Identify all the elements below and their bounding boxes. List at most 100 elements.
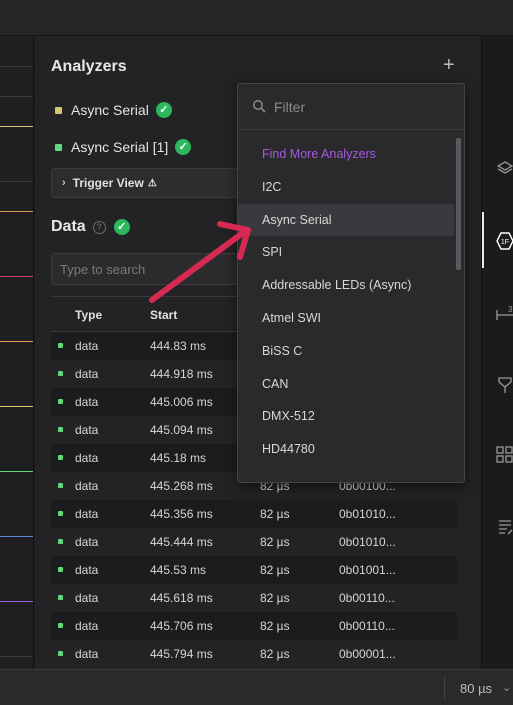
cell-type: data — [75, 479, 99, 493]
right-sidebar: 1F 3 — [481, 36, 513, 669]
row-color-swatch — [58, 427, 63, 432]
filter-input[interactable] — [274, 97, 444, 117]
cell-value: 0b00110... — [339, 619, 395, 633]
analyzers-title: Analyzers — [51, 58, 127, 75]
analyzer-item[interactable]: Async Serial [1] ✓ — [55, 137, 192, 157]
row-color-swatch — [58, 511, 63, 516]
analyzer-option[interactable]: SPI — [238, 236, 454, 268]
row-color-swatch — [58, 539, 63, 544]
cell-type: data — [75, 591, 99, 605]
column-header-type[interactable]: Type — [75, 308, 102, 322]
divider — [444, 676, 445, 700]
cell-start: 445.444 ms — [150, 535, 213, 549]
cell-start: 444.918 ms — [150, 367, 213, 381]
cell-start: 445.094 ms — [150, 423, 213, 437]
analyzer-option[interactable]: I2C — [238, 171, 454, 203]
cell-type: data — [75, 423, 99, 437]
search-input[interactable] — [51, 253, 241, 285]
table-row[interactable]: data 445.706 ms 82 µs 0b00110... — [51, 612, 457, 640]
cell-start: 445.53 ms — [150, 563, 207, 577]
analyzer-item[interactable]: Async Serial ✓ — [55, 100, 172, 120]
table-row[interactable]: data 445.794 ms 82 µs 0b00001... — [51, 640, 457, 668]
row-color-swatch — [58, 371, 63, 376]
table-row[interactable]: data 445.618 ms 82 µs 0b00110... — [51, 584, 457, 612]
channel-line — [0, 211, 33, 212]
notes-icon[interactable] — [496, 518, 513, 536]
analyzer-option[interactable]: Atmel SWI — [238, 302, 454, 334]
cell-value: 0b00001... — [339, 647, 396, 661]
row-color-swatch — [58, 567, 63, 572]
analyzer-option[interactable]: DMX-512 — [238, 400, 454, 432]
help-icon[interactable]: ? — [92, 220, 106, 234]
cell-value: 0b01010... — [339, 507, 396, 521]
analyzer-option[interactable]: CAN — [238, 368, 454, 400]
analyzer-option[interactable]: Async Serial — [238, 203, 454, 236]
channel-line — [0, 656, 33, 657]
filter-box — [238, 84, 464, 130]
analyzer-color-swatch — [55, 106, 62, 114]
check-icon: ✓ — [155, 102, 172, 118]
table-row[interactable]: data 445.444 ms 82 µs 0b01010... — [51, 528, 457, 556]
channel-line — [0, 276, 33, 277]
analyzer-option[interactable]: Addressable LEDs (Async) — [238, 269, 454, 301]
cell-duration: 82 µs — [260, 591, 290, 605]
cell-duration: 82 µs — [260, 647, 290, 661]
cell-start: 445.356 ms — [150, 507, 213, 521]
data-title: Data — [51, 218, 86, 235]
layers-icon[interactable] — [496, 160, 513, 178]
cell-type: data — [75, 367, 99, 381]
check-icon: ✓ — [113, 219, 130, 235]
cell-value: 0b01010... — [339, 535, 396, 549]
cell-start: 444.83 ms — [150, 339, 207, 353]
channel-line — [0, 181, 33, 182]
data-section-header: Data ? ✓ — [51, 218, 130, 236]
find-more-analyzers-link[interactable]: Find More Analyzers — [238, 138, 454, 170]
channel-line — [0, 96, 33, 97]
svg-text:3: 3 — [508, 305, 513, 314]
channel-line — [0, 471, 33, 472]
cell-type: data — [75, 395, 99, 409]
warning-icon: ⚠ — [147, 177, 157, 189]
analyzer-option[interactable]: HD44780 — [238, 433, 454, 465]
channel-line — [0, 66, 33, 67]
row-color-swatch — [58, 651, 63, 656]
column-header-start[interactable]: Start — [150, 308, 177, 322]
waveform-area[interactable] — [0, 36, 34, 669]
cell-type: data — [75, 647, 99, 661]
cell-type: data — [75, 563, 99, 577]
cell-duration: 82 µs — [260, 563, 290, 577]
trigger-view-button[interactable]: › Trigger View ⚠ — [51, 168, 241, 198]
channel-line — [0, 536, 33, 537]
cell-start: 445.006 ms — [150, 395, 213, 409]
search-icon — [253, 100, 266, 113]
cell-start: 445.794 ms — [150, 647, 213, 661]
cell-value: 0b00110... — [339, 591, 395, 605]
analyzer-name: Async Serial [1] — [71, 139, 169, 155]
cell-duration: 82 µs — [260, 619, 290, 633]
cell-duration: 82 µs — [260, 535, 290, 549]
cell-type: data — [75, 619, 99, 633]
cell-type: data — [75, 507, 99, 521]
analyzer-icon[interactable]: 1F — [496, 232, 513, 250]
timescale-value[interactable]: 80 µs — [460, 681, 492, 696]
extensions-icon[interactable] — [496, 446, 513, 464]
analyzer-option[interactable]: BiSS C — [238, 335, 454, 367]
timing-marker-icon[interactable]: 3 — [496, 304, 513, 322]
cell-start: 445.706 ms — [150, 619, 213, 633]
analyzer-color-swatch — [55, 143, 62, 151]
check-icon: ✓ — [175, 139, 192, 155]
table-row[interactable]: data 445.356 ms 82 µs 0b01010... — [51, 500, 457, 528]
channel-line — [0, 126, 33, 127]
chevron-down-icon[interactable]: ⌄ — [502, 681, 511, 694]
scrollbar-thumb[interactable] — [456, 138, 461, 270]
row-color-swatch — [58, 399, 63, 404]
channel-line — [0, 341, 33, 342]
table-row[interactable]: data 445.53 ms 82 µs 0b01001... — [51, 556, 457, 584]
row-color-swatch — [58, 343, 63, 348]
top-toolbar — [0, 0, 513, 36]
cell-value: 0b01001... — [339, 563, 396, 577]
cell-start: 445.268 ms — [150, 479, 213, 493]
measurement-icon[interactable] — [496, 376, 513, 394]
active-indicator — [482, 212, 484, 268]
add-analyzer-button[interactable]: + — [443, 54, 455, 77]
